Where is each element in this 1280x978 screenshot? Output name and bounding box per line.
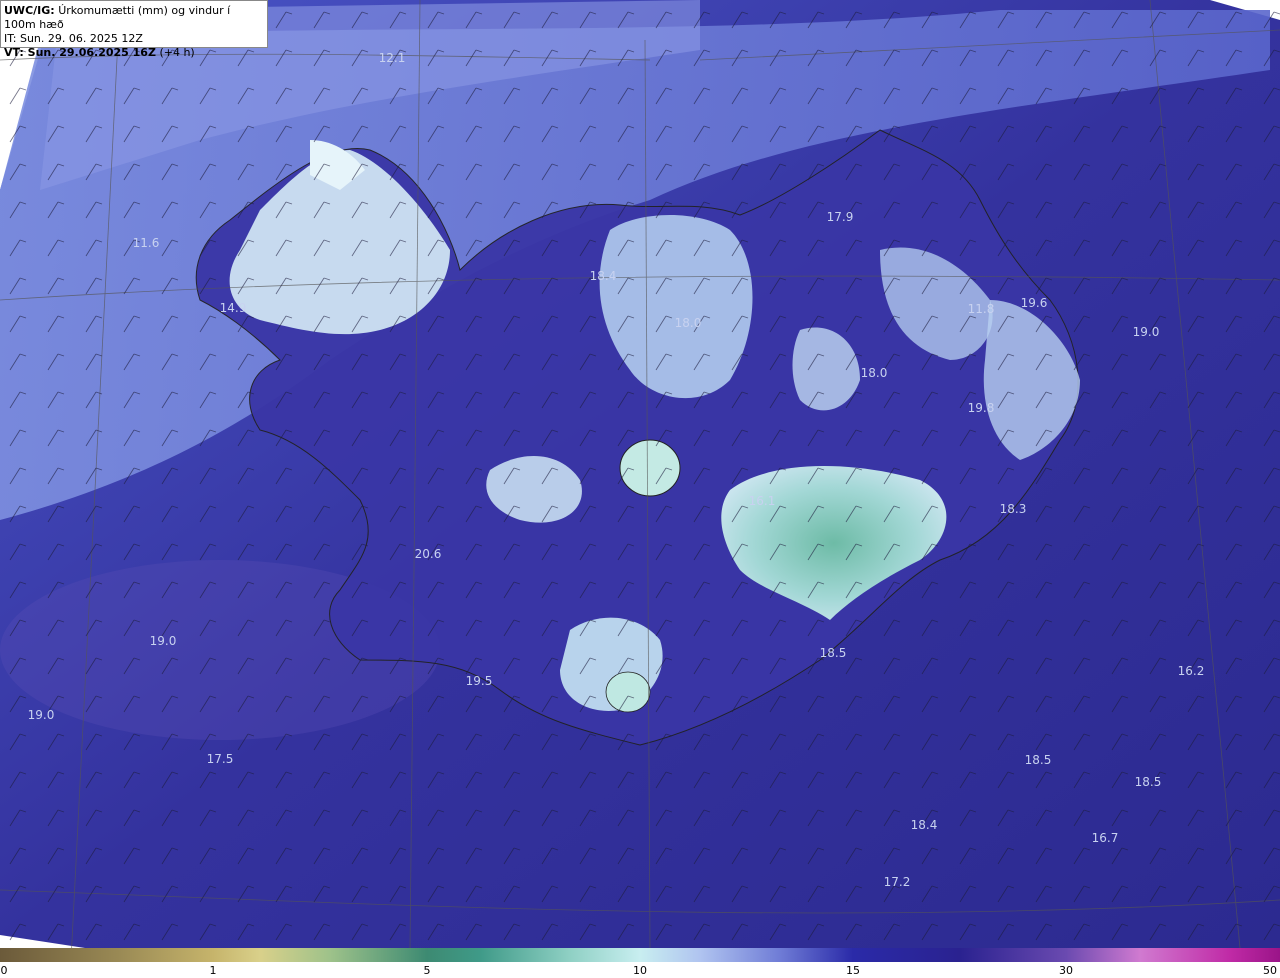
- valid-time: VT: Sun. 29.06.2025 16Z: [4, 46, 156, 59]
- map-value: 19.8: [968, 401, 995, 415]
- map-value: 16.7: [1092, 831, 1119, 845]
- color-scale-strip: [0, 948, 1280, 962]
- map-value: 16.2: [1178, 664, 1205, 678]
- map-value: 18.5: [820, 646, 847, 660]
- scale-tick: 5: [423, 964, 431, 977]
- map-value: 18.4: [911, 818, 938, 832]
- map-value: 18.0: [675, 316, 702, 330]
- map-value: 11.8: [968, 302, 995, 316]
- scale-tick: 0: [0, 964, 8, 977]
- map-value: 19.5: [466, 674, 493, 688]
- map-value: 19.0: [1133, 325, 1160, 339]
- weather-map: 12.1 11.6 14.9 18.4 18.0 17.9 11.8 19.6 …: [0, 0, 1280, 948]
- map-value: 16.1: [749, 494, 776, 508]
- map-info-box: UWC/IG: Úrkomumætti (mm) og vindur í 100…: [0, 0, 268, 59]
- color-scale-bar: 0 1 5 10 15 30 50: [0, 948, 1280, 978]
- map-value: 19.6: [1021, 296, 1048, 310]
- map-value: 14.9: [220, 301, 247, 315]
- scale-tick: 1: [209, 964, 217, 977]
- map-value: 18.3: [1000, 502, 1027, 516]
- map-value: 20.6: [415, 547, 442, 561]
- lead-time: (+4 h): [159, 46, 195, 59]
- scale-tick: 15: [846, 964, 860, 977]
- map-value: 19.0: [28, 708, 55, 722]
- scale-tick: 30: [1059, 964, 1073, 977]
- map-value: 12.1: [379, 51, 406, 65]
- scale-tick: 50: [1263, 964, 1277, 977]
- map-value: 18.4: [590, 269, 617, 283]
- map-value: 17.9: [827, 210, 854, 224]
- map-value: 17.2: [884, 875, 911, 889]
- map-value: 18.5: [1135, 775, 1162, 789]
- scale-tick: 10: [633, 964, 647, 977]
- product-code: UWC/IG:: [4, 4, 55, 17]
- map-value: 18.0: [861, 366, 888, 380]
- map-value: 17.5: [207, 752, 234, 766]
- wind-barbs: [0, 0, 1280, 948]
- map-value: 18.5: [1025, 753, 1052, 767]
- map-value: 19.0: [150, 634, 177, 648]
- init-time: IT: Sun. 29. 06. 2025 12Z: [4, 32, 143, 45]
- map-value: 11.6: [133, 236, 160, 250]
